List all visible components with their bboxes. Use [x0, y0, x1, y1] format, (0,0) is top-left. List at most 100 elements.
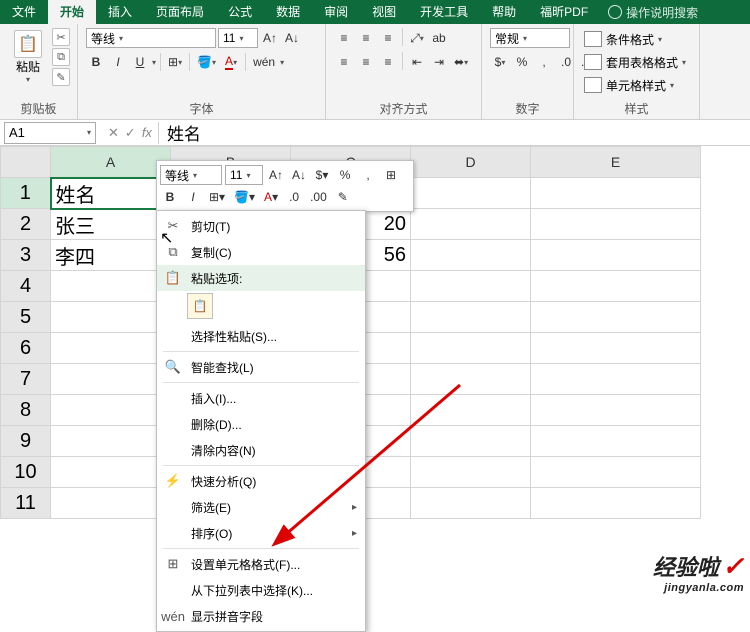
- menu-delete[interactable]: 删除(D)...: [157, 411, 365, 437]
- cancel-icon[interactable]: ✕: [108, 125, 119, 141]
- mini-font-combo[interactable]: 等线▾: [160, 165, 222, 185]
- menu-paste-options[interactable]: 📋粘贴选项:: [157, 265, 365, 291]
- align-right-button[interactable]: ≡: [378, 52, 398, 72]
- menu-cut[interactable]: ✂剪切(T): [157, 213, 365, 239]
- cell[interactable]: [411, 333, 531, 364]
- cell[interactable]: 姓名: [51, 178, 171, 209]
- row-header[interactable]: 8: [1, 395, 51, 426]
- cell[interactable]: [411, 426, 531, 457]
- cell[interactable]: [51, 364, 171, 395]
- cell[interactable]: [531, 178, 701, 209]
- phonetic-button[interactable]: wén: [250, 52, 278, 72]
- cell[interactable]: [51, 333, 171, 364]
- menu-paste-special[interactable]: 选择性粘贴(S)...: [157, 323, 365, 349]
- tab-file[interactable]: 文件: [0, 0, 48, 24]
- percent-button[interactable]: %: [335, 165, 355, 185]
- cell[interactable]: [51, 457, 171, 488]
- cell[interactable]: [51, 426, 171, 457]
- cell[interactable]: [411, 178, 531, 209]
- paste-button[interactable]: 📋 粘贴 ▾: [8, 28, 48, 86]
- cell[interactable]: 李四: [51, 240, 171, 271]
- grow-font-button[interactable]: A↑: [266, 165, 286, 185]
- menu-clear[interactable]: 清除内容(N): [157, 437, 365, 463]
- row-header[interactable]: 9: [1, 426, 51, 457]
- cell[interactable]: [411, 488, 531, 519]
- underline-button[interactable]: U: [130, 52, 150, 72]
- grow-font-button[interactable]: A↑: [260, 28, 280, 48]
- cell-style-button[interactable]: 单元格样式▾: [582, 74, 676, 96]
- row-header[interactable]: 3: [1, 240, 51, 271]
- menu-copy[interactable]: ⧉复制(C): [157, 239, 365, 265]
- tab-pdf[interactable]: 福昕PDF: [528, 0, 600, 24]
- col-header-a[interactable]: A: [51, 147, 171, 178]
- select-all-corner[interactable]: [1, 147, 51, 178]
- name-box[interactable]: A1▾: [4, 122, 96, 144]
- wrap-text-button[interactable]: ab: [429, 28, 449, 48]
- cut-icon[interactable]: ✂: [52, 28, 70, 46]
- menu-insert[interactable]: 插入(I)...: [157, 385, 365, 411]
- fx-icon[interactable]: fx: [142, 125, 152, 140]
- row-header[interactable]: 7: [1, 364, 51, 395]
- tab-data[interactable]: 数据: [264, 0, 312, 24]
- italic-button[interactable]: I: [183, 187, 203, 207]
- paste-option-icon[interactable]: 📋: [187, 293, 213, 319]
- cell[interactable]: [411, 395, 531, 426]
- tab-dev[interactable]: 开发工具: [408, 0, 480, 24]
- percent-button[interactable]: %: [512, 52, 532, 72]
- formula-input[interactable]: 姓名: [158, 122, 750, 144]
- row-header[interactable]: 6: [1, 333, 51, 364]
- cell[interactable]: [51, 302, 171, 333]
- currency-button[interactable]: $▾: [312, 165, 332, 185]
- shrink-font-button[interactable]: A↓: [289, 165, 309, 185]
- font-size-combo[interactable]: 11▾: [218, 28, 258, 48]
- cell[interactable]: [411, 240, 531, 271]
- cell[interactable]: [51, 488, 171, 519]
- cell[interactable]: [411, 302, 531, 333]
- row-header[interactable]: 4: [1, 271, 51, 302]
- cell[interactable]: [531, 395, 701, 426]
- cell[interactable]: [411, 209, 531, 240]
- cell[interactable]: [411, 271, 531, 302]
- indent-inc-button[interactable]: ⇥: [429, 52, 449, 72]
- menu-pick-from-list[interactable]: 从下拉列表中选择(K)...: [157, 577, 365, 603]
- menu-sort[interactable]: 排序(O)▸: [157, 520, 365, 546]
- col-header-d[interactable]: D: [411, 147, 531, 178]
- row-header[interactable]: 1: [1, 178, 51, 209]
- row-header[interactable]: 10: [1, 457, 51, 488]
- inc-decimal-button[interactable]: .0: [284, 187, 304, 207]
- cell[interactable]: [411, 457, 531, 488]
- cell[interactable]: [531, 364, 701, 395]
- format-painter-icon[interactable]: ✎: [52, 68, 70, 86]
- cell[interactable]: [531, 302, 701, 333]
- conditional-format-button[interactable]: 条件格式▾: [582, 28, 664, 50]
- fill-color-button[interactable]: 🪣▾: [194, 52, 219, 72]
- cell[interactable]: 张三: [51, 209, 171, 240]
- mini-size-combo[interactable]: 11▾: [225, 165, 263, 185]
- cell[interactable]: [531, 209, 701, 240]
- tab-insert[interactable]: 插入: [96, 0, 144, 24]
- cell[interactable]: [531, 240, 701, 271]
- border-button[interactable]: ⊞▾: [206, 187, 228, 207]
- border-button[interactable]: ⊞▾: [165, 52, 185, 72]
- inc-decimal-button[interactable]: .0: [556, 52, 576, 72]
- italic-button[interactable]: I: [108, 52, 128, 72]
- comma-button[interactable]: ,: [358, 165, 378, 185]
- format-painter-icon[interactable]: ✎: [333, 187, 353, 207]
- currency-button[interactable]: $▾: [490, 52, 510, 72]
- cell[interactable]: [51, 395, 171, 426]
- shrink-font-button[interactable]: A↓: [282, 28, 302, 48]
- align-center-button[interactable]: ≡: [356, 52, 376, 72]
- tell-me[interactable]: 操作说明搜索: [608, 4, 698, 21]
- font-color-button[interactable]: A▾: [221, 52, 241, 72]
- align-bottom-button[interactable]: ≡: [378, 28, 398, 48]
- borders-button[interactable]: ⊞: [381, 165, 401, 185]
- fill-color-button[interactable]: 🪣▾: [231, 187, 258, 207]
- tab-home[interactable]: 开始: [48, 0, 96, 24]
- row-header[interactable]: 11: [1, 488, 51, 519]
- indent-dec-button[interactable]: ⇤: [407, 52, 427, 72]
- tab-review[interactable]: 审阅: [312, 0, 360, 24]
- tab-layout[interactable]: 页面布局: [144, 0, 216, 24]
- tab-view[interactable]: 视图: [360, 0, 408, 24]
- number-format-combo[interactable]: 常规▾: [490, 28, 570, 48]
- align-middle-button[interactable]: ≡: [356, 28, 376, 48]
